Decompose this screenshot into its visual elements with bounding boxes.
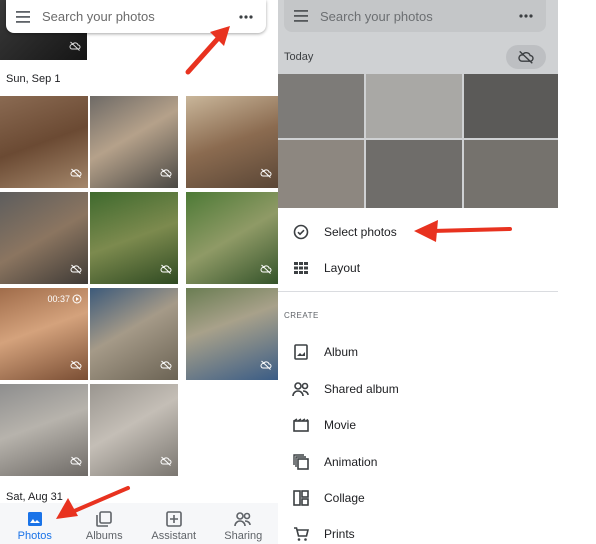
- photo-thumbnail[interactable]: [0, 384, 88, 476]
- cloud-off-icon: [160, 357, 172, 375]
- menu-item-collage[interactable]: Collage: [278, 480, 558, 516]
- page-margin: [558, 0, 596, 544]
- nav-assistant[interactable]: Assistant: [139, 503, 209, 544]
- photo-thumbnail[interactable]: [366, 140, 462, 208]
- date-header: Today: [284, 51, 314, 63]
- menu-item-label: Movie: [324, 418, 357, 432]
- divider: [278, 291, 558, 292]
- nav-label: Sharing: [224, 530, 263, 542]
- animation-icon: [278, 454, 324, 470]
- menu-item-layout[interactable]: Layout: [278, 250, 558, 286]
- nav-sharing[interactable]: Sharing: [209, 503, 279, 544]
- album-icon: [278, 344, 324, 360]
- menu-item-label: Select photos: [324, 225, 397, 239]
- collage-icon: [278, 490, 324, 506]
- cloud-off-icon: [70, 165, 82, 183]
- menu-item-label: Shared album: [324, 382, 399, 396]
- video-badge: 00:37: [47, 294, 82, 304]
- assistant-icon: [165, 508, 182, 530]
- menu-item-movie[interactable]: Movie: [278, 407, 558, 443]
- search-input[interactable]: Search your photos: [320, 9, 506, 24]
- annotation-arrow-more-options: [185, 26, 230, 75]
- cloud-off-icon: [70, 357, 82, 375]
- more-options-icon[interactable]: [506, 14, 546, 18]
- photo-thumbnail[interactable]: [278, 140, 364, 208]
- bottom-navigation: Photos Albums Assistant Sharing: [0, 503, 278, 544]
- hamburger-menu-icon[interactable]: [6, 10, 42, 23]
- photos-icon: [27, 508, 43, 530]
- options-bottom-sheet: Select photos Layout CREATE Album Shared…: [278, 208, 558, 544]
- photo-thumbnail[interactable]: [186, 288, 278, 380]
- photo-thumbnail[interactable]: [366, 74, 462, 138]
- photos-menu-screen: Search your photos Today Select photos L…: [278, 0, 558, 544]
- sharing-icon: [234, 508, 252, 530]
- menu-item-album[interactable]: Album: [278, 334, 558, 370]
- photo-thumbnail[interactable]: [90, 288, 178, 380]
- cloud-off-icon: [260, 165, 272, 183]
- cloud-off-icon: [70, 453, 82, 471]
- photo-thumbnail[interactable]: [464, 74, 558, 138]
- photos-main-screen: Search your photos Sun, Sep 1 00:37 Sat,…: [0, 0, 278, 544]
- photo-thumbnail[interactable]: 00:37: [0, 288, 88, 380]
- prints-cart-icon: [278, 526, 324, 542]
- cloud-off-icon: [69, 38, 81, 56]
- photo-thumbnail[interactable]: [90, 192, 178, 284]
- annotation-arrow-select-photos: [414, 220, 512, 242]
- nav-label: Photos: [17, 530, 52, 542]
- menu-item-label: Album: [324, 345, 359, 359]
- annotation-arrow-photos-tab: [56, 486, 130, 519]
- photo-thumbnail[interactable]: [464, 140, 558, 208]
- search-bar[interactable]: Search your photos: [284, 0, 546, 32]
- photo-thumbnail[interactable]: [90, 96, 178, 188]
- grid-layout-icon: [278, 262, 324, 274]
- shared-album-icon: [278, 381, 324, 397]
- cloud-off-icon: [70, 261, 82, 279]
- photo-thumbnail[interactable]: [186, 192, 278, 284]
- menu-item-label: Collage: [324, 491, 365, 505]
- section-header-create: CREATE: [284, 311, 319, 320]
- photo-grid-dimmed: [278, 74, 558, 208]
- play-icon: [72, 294, 82, 304]
- cloud-off-icon: [260, 357, 272, 375]
- photo-thumbnail[interactable]: [90, 384, 178, 476]
- cloud-off-icon: [160, 165, 172, 183]
- nav-label: Assistant: [151, 530, 197, 542]
- photo-thumbnail[interactable]: [186, 96, 278, 188]
- photo-thumbnail[interactable]: [0, 96, 88, 188]
- cloud-off-icon: [160, 453, 172, 471]
- photo-thumbnail[interactable]: [278, 74, 364, 138]
- menu-item-prints[interactable]: Prints: [278, 516, 558, 544]
- cloud-off-icon: [160, 261, 172, 279]
- cloud-off-button[interactable]: [506, 45, 546, 69]
- more-options-icon[interactable]: [226, 14, 266, 19]
- photo-thumbnail[interactable]: [0, 192, 88, 284]
- check-circle-icon: [278, 224, 324, 240]
- nav-label: Albums: [85, 530, 123, 542]
- menu-item-label: Prints: [324, 527, 355, 541]
- date-header: Sun, Sep 1: [6, 73, 61, 85]
- menu-item-label: Animation: [324, 455, 378, 469]
- movie-icon: [278, 418, 324, 432]
- video-duration: 00:37: [47, 294, 70, 304]
- menu-item-shared-album[interactable]: Shared album: [278, 371, 558, 407]
- menu-item-label: Layout: [324, 261, 361, 275]
- cloud-off-icon: [518, 50, 534, 64]
- cloud-off-icon: [260, 261, 272, 279]
- menu-item-animation[interactable]: Animation: [278, 444, 558, 480]
- hamburger-menu-icon[interactable]: [284, 10, 320, 22]
